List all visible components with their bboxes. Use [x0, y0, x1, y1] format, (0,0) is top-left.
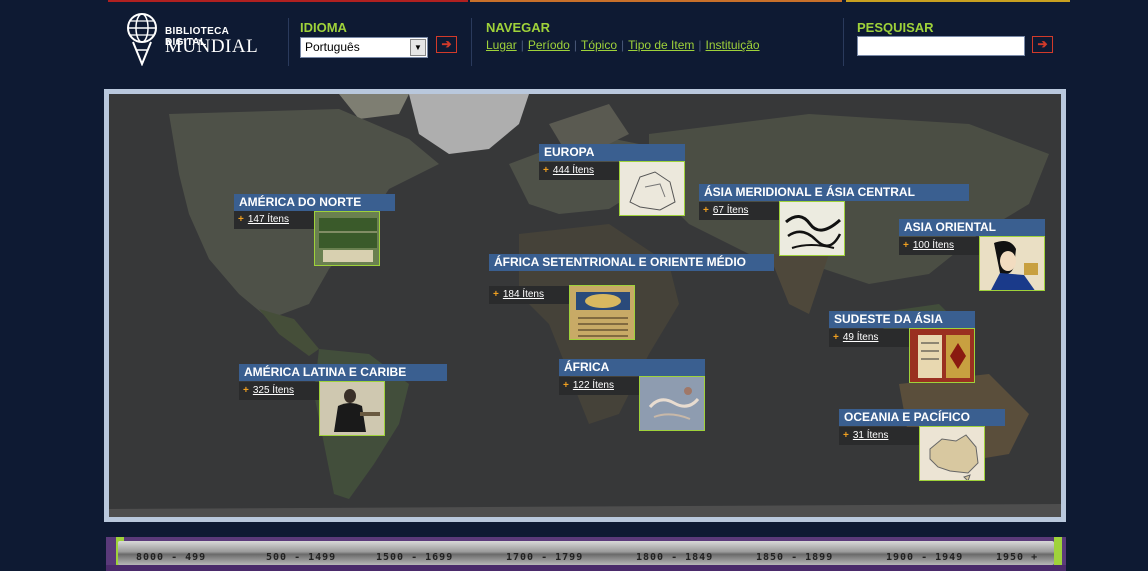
link-separator: | — [520, 38, 524, 52]
timeline-period[interactable]: 1500 - 1699 — [376, 552, 453, 563]
search-input[interactable] — [857, 36, 1025, 56]
browse-link-place[interactable]: Lugar — [486, 38, 517, 52]
thumbnail-europe[interactable] — [619, 161, 685, 216]
world-map: AMÉRICA DO NORTE +147 Ítens EUROPA +444 … — [109, 94, 1061, 517]
thumbnail-oceania[interactable] — [919, 426, 985, 481]
plus-icon: + — [243, 385, 249, 396]
region-count-east-asia: +100 Ítens — [899, 237, 981, 255]
region-link-north-africa-middle-east[interactable]: 184 Ítens — [503, 289, 544, 300]
link-separator: | — [573, 38, 577, 52]
plus-icon: + — [903, 240, 909, 251]
region-link-north-america[interactable]: 147 Ítens — [248, 214, 289, 225]
logo-text-bottom: MUNDIAL — [165, 36, 259, 57]
browse-link-topic[interactable]: Tópico — [581, 38, 617, 52]
plus-icon: + — [238, 214, 244, 225]
thumbnail-north-africa-middle-east[interactable] — [569, 285, 635, 340]
illuminated-page-icon — [910, 329, 974, 382]
globe-icon — [127, 13, 157, 66]
region-title-europe[interactable]: EUROPA — [539, 144, 685, 161]
thumbnail-southeast-asia[interactable] — [909, 328, 975, 383]
plus-icon: + — [703, 205, 709, 216]
site-header: BIBLIOTECA DIGITAL MUNDIAL IDIOMA Portug… — [0, 0, 1148, 88]
region-count-south-central-asia: +67 Ítens — [699, 202, 781, 220]
region-title-south-central-asia[interactable]: ÁSIA MERIDIONAL E ÁSIA CENTRAL — [699, 184, 969, 201]
region-title-east-asia[interactable]: ASIA ORIENTAL — [899, 219, 1045, 236]
plus-icon: + — [843, 430, 849, 441]
language-selected-value: Português — [305, 40, 360, 54]
thumbnail-east-asia[interactable] — [979, 236, 1045, 291]
search-go-button[interactable]: ➔ — [1032, 36, 1053, 53]
thumbnail-africa[interactable] — [639, 376, 705, 431]
language-title: IDIOMA — [300, 20, 347, 35]
region-count-europe: +444 Ítens — [539, 162, 621, 180]
link-separator: | — [698, 38, 702, 52]
timeline-period[interactable]: 1700 - 1799 — [506, 552, 583, 563]
world-map-frame: AMÉRICA DO NORTE +147 Ítens EUROPA +444 … — [104, 89, 1066, 522]
region-link-east-asia[interactable]: 100 Ítens — [913, 240, 954, 251]
thumbnail-north-america[interactable] — [314, 211, 380, 266]
region-title-north-africa-middle-east[interactable]: ÁFRICA SETENTRIONAL E ORIENTE MÉDIO — [489, 254, 774, 271]
region-count-oceania: +31 Ítens — [839, 427, 921, 445]
portrait-icon — [980, 237, 1044, 290]
site-logo[interactable]: BIBLIOTECA DIGITAL MUNDIAL — [125, 12, 265, 68]
region-link-oceania[interactable]: 31 Ítens — [853, 430, 889, 441]
region-count-southeast-asia: +49 Ítens — [829, 329, 911, 347]
plus-icon: + — [833, 332, 839, 343]
plus-icon: + — [563, 380, 569, 391]
region-link-europe[interactable]: 444 Ítens — [553, 165, 594, 176]
browse-title: NAVEGAR — [486, 20, 551, 35]
language-go-button[interactable]: ➔ — [436, 36, 457, 53]
timeline-bottom-strip — [106, 565, 1066, 571]
header-divider — [471, 18, 472, 66]
header-divider — [843, 18, 844, 66]
australia-map-icon — [920, 427, 984, 480]
timeline: 8000 - 499 500 - 1499 1500 - 1699 1700 -… — [106, 537, 1066, 571]
browse-link-institution[interactable]: Instituição — [706, 38, 760, 52]
timeline-bar: 8000 - 499 500 - 1499 1500 - 1699 1700 -… — [118, 541, 1054, 565]
region-count-latin-america: +325 Ítens — [239, 382, 321, 400]
browse-link-item-type[interactable]: Tipo de Item — [628, 38, 694, 52]
region-title-north-america[interactable]: AMÉRICA DO NORTE — [234, 194, 395, 211]
region-link-southeast-asia[interactable]: 49 Ítens — [843, 332, 879, 343]
plus-icon: + — [543, 165, 549, 176]
search-title: PESQUISAR — [857, 20, 934, 35]
timeline-period[interactable]: 1850 - 1899 — [756, 552, 833, 563]
timeline-period[interactable]: 1900 - 1949 — [886, 552, 963, 563]
language-select[interactable]: Português ▼ — [300, 37, 428, 58]
region-link-latin-america[interactable]: 325 Ítens — [253, 385, 294, 396]
region-title-southeast-asia[interactable]: SUDESTE DA ÁSIA — [829, 311, 975, 328]
thumbnail-south-central-asia[interactable] — [779, 201, 845, 256]
timeline-period[interactable]: 1800 - 1849 — [636, 552, 713, 563]
thumbnail-latin-america[interactable] — [319, 381, 385, 436]
manuscript-icon — [570, 286, 634, 339]
region-link-africa[interactable]: 122 Ítens — [573, 380, 614, 391]
calligraphy-icon — [780, 202, 844, 255]
old-map-icon — [620, 162, 684, 215]
browse-link-period[interactable]: Período — [528, 38, 570, 52]
header-divider — [288, 18, 289, 66]
timeline-period[interactable]: 8000 - 499 — [136, 552, 206, 563]
region-count-north-africa-middle-east: +184 Ítens — [489, 286, 571, 304]
region-count-africa: +122 Ítens — [559, 377, 641, 395]
browse-links: Lugar | Período | Tópico | Tipo de Item | Instit… — [486, 38, 760, 52]
map-image-icon — [315, 212, 379, 265]
region-title-oceania[interactable]: OCEANIA E PACÍFICO — [839, 409, 1005, 426]
photo-portrait-icon — [320, 382, 384, 435]
plus-icon: + — [493, 289, 499, 300]
timeline-period[interactable]: 500 - 1499 — [266, 552, 336, 563]
region-title-africa[interactable]: ÁFRICA — [559, 359, 705, 376]
timeline-period[interactable]: 1950 + — [996, 552, 1038, 563]
chevron-down-icon[interactable]: ▼ — [410, 39, 426, 56]
region-link-south-central-asia[interactable]: 67 Ítens — [713, 205, 749, 216]
link-separator: | — [621, 38, 625, 52]
region-count-north-america: +147 Ítens — [234, 211, 316, 229]
rock-art-icon — [640, 377, 704, 430]
region-title-latin-america[interactable]: AMÉRICA LATINA E CARIBE — [239, 364, 447, 381]
